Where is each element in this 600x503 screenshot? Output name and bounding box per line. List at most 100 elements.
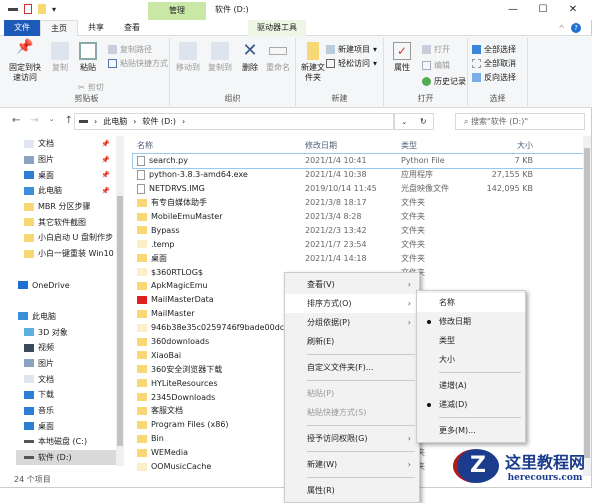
sidebar-item[interactable]: 文档 📌 <box>16 136 124 152</box>
edit-button[interactable]: 编辑 <box>422 60 450 71</box>
sidebar-item[interactable]: 本地磁盘 (C:) <box>16 434 124 450</box>
file-row[interactable]: .temp 2021/1/7 23:54 文件夹 <box>133 237 585 251</box>
file-row[interactable]: 桌面 2021/1/4 14:18 文件夹 <box>133 251 585 265</box>
rename-button[interactable]: 重命名 <box>264 42 292 73</box>
delete-button[interactable]: ✕ 删除 <box>238 42 262 73</box>
manage-context-tab[interactable]: 管理 <box>148 2 206 20</box>
breadcrumb-this-pc[interactable]: 此电脑 <box>103 116 127 127</box>
invert-selection-button[interactable]: 反向选择 <box>472 72 516 83</box>
tab-home[interactable]: 主页 <box>40 20 78 36</box>
address-bar-row: ← → ⌄ ↑ › 此电脑 › 软件 (D:) › ⌄ ↻ ⌕ 搜索"软件 (D:)" <box>0 110 592 134</box>
address-dropdown-icon[interactable]: ⌄ <box>401 118 407 126</box>
file-name: search.py <box>149 156 188 166</box>
select-all-button[interactable]: 全部选择 <box>472 44 516 55</box>
minimize-button[interactable]: — <box>498 2 528 18</box>
copy-button[interactable]: 复制 <box>48 42 72 73</box>
column-type[interactable]: 类型 <box>401 140 481 151</box>
sidebar-item[interactable]: 小白启动 U 盘制作步 <box>16 230 124 246</box>
drive-icon[interactable] <box>8 7 18 11</box>
history-button[interactable]: 历史记录 <box>422 76 466 87</box>
menu-item[interactable]: 大小 <box>417 350 525 369</box>
file-list-scrollbar[interactable] <box>583 136 591 476</box>
menu-item[interactable]: 更多(M)... <box>417 421 525 440</box>
file-row[interactable]: MobileEmuMaster 2021/3/4 8:28 文件夹 <box>133 210 585 224</box>
maximize-button[interactable]: ☐ <box>528 2 558 18</box>
menu-item[interactable]: 自定义文件夹(F)... <box>285 358 419 377</box>
tab-drive-tools[interactable]: 驱动器工具 <box>248 20 306 36</box>
sidebar-item[interactable]: 文档 <box>16 371 124 387</box>
refresh-icon[interactable]: ↻ <box>420 117 427 126</box>
customize-toolbar-icon[interactable]: ▾ <box>52 5 56 14</box>
column-size[interactable]: 大小 <box>481 140 533 151</box>
sidebar-item[interactable]: 3D 对象 <box>16 324 124 340</box>
file-name-cell: 客服文档 <box>133 405 305 416</box>
sidebar-item[interactable]: 软件 (D:) <box>16 449 124 466</box>
tab-file[interactable]: 文件 <box>4 20 40 36</box>
folder-icon <box>137 212 147 221</box>
clipboard-group-label: 剪贴板 <box>74 94 99 103</box>
help-icon[interactable]: ? <box>571 23 581 33</box>
menu-item[interactable]: 授予访问权限(G) › <box>285 429 419 448</box>
menu-item[interactable]: 属性(R) <box>285 481 419 500</box>
sidebar-item[interactable]: 视频 <box>16 340 124 356</box>
menu-item[interactable]: 新建(W) › <box>285 455 419 474</box>
sidebar-item[interactable]: 此电脑 <box>16 309 124 325</box>
move-to-button[interactable]: 移动到 <box>174 42 202 73</box>
pin-icon: 📌 <box>101 171 110 180</box>
recent-locations-icon[interactable]: ⌄ <box>49 115 55 126</box>
sidebar-item[interactable]: MBR 分区步骤 <box>16 199 124 215</box>
forward-icon[interactable]: → <box>30 115 38 126</box>
column-date[interactable]: 修改日期 <box>305 140 401 151</box>
column-name[interactable]: 名称 <box>133 140 305 151</box>
menu-item[interactable]: 查看(V) › <box>285 275 419 294</box>
properties-icon[interactable] <box>24 4 32 14</box>
sidebar-item[interactable]: OneDrive <box>16 277 124 293</box>
new-folder-button[interactable]: 新建文件夹 <box>298 42 328 83</box>
sidebar-item[interactable]: 图片 📌 <box>16 152 124 168</box>
select-none-button[interactable]: 全部取消 <box>472 58 516 69</box>
sidebar-item[interactable]: 音乐 <box>16 403 124 419</box>
address-input[interactable]: › 此电脑 › 软件 (D:) › <box>74 113 394 130</box>
paste-button[interactable]: 粘贴 <box>76 42 100 73</box>
copy-path-button[interactable]: 复制路径 <box>108 44 152 55</box>
collapse-ribbon-icon[interactable]: ^ <box>558 24 565 33</box>
sidebar-item[interactable]: 图片 <box>16 356 124 372</box>
file-row[interactable]: search.py 2021/1/4 10:41 Python File 7 KB <box>132 153 586 169</box>
paste-shortcut-button[interactable]: 粘贴快捷方式 <box>108 58 168 69</box>
menu-item[interactable]: 递减(D) <box>417 395 525 414</box>
up-icon[interactable]: ↑ <box>65 115 73 126</box>
menu-item[interactable]: 类型 <box>417 331 525 350</box>
copy-to-button[interactable]: 复制到 <box>206 42 234 73</box>
sidebar-item[interactable]: 下载 <box>16 387 124 403</box>
sidebar-item[interactable]: 桌面 <box>16 418 124 434</box>
new-folder-icon[interactable] <box>38 4 46 14</box>
file-row[interactable]: NETDRVS.IMG 2019/10/14 11:45 光盘映像文件 142,095… <box>133 182 585 196</box>
close-button[interactable]: ✕ <box>558 2 588 18</box>
file-name-cell: 桌面 <box>133 253 305 264</box>
navigation-scrollbar[interactable] <box>116 136 124 466</box>
pin-quick-access-button[interactable]: 📌 固定到快速访问 <box>8 40 42 83</box>
tab-share[interactable]: 共享 <box>78 20 114 36</box>
menu-item[interactable]: 分组依据(P) › <box>285 313 419 332</box>
sidebar-item[interactable]: 桌面 📌 <box>16 167 124 183</box>
sidebar-item[interactable]: 此电脑 📌 <box>16 183 124 199</box>
breadcrumb-drive-d[interactable]: 软件 (D:) <box>142 116 176 127</box>
tab-view[interactable]: 查看 <box>114 20 150 36</box>
easy-access-button[interactable]: 轻松访问 ▾ <box>326 58 377 69</box>
sidebar-item[interactable]: 其它软件截图 <box>16 214 124 230</box>
menu-item[interactable]: 刷新(E) <box>285 332 419 351</box>
file-row[interactable]: Bypass 2021/2/3 13:42 文件夹 <box>133 223 585 237</box>
menu-item[interactable]: 修改日期 <box>417 312 525 331</box>
menu-item[interactable]: 递增(A) <box>417 376 525 395</box>
new-item-button[interactable]: 新建项目 ▾ <box>326 44 377 55</box>
sidebar-item[interactable]: 小白一键重装 Win10 <box>16 246 124 262</box>
back-icon[interactable]: ← <box>12 115 20 126</box>
menu-item[interactable]: 排序方式(O) › <box>285 294 419 313</box>
search-input[interactable]: ⌕ 搜索"软件 (D:)" <box>455 113 585 130</box>
file-row[interactable]: python-3.8.3-amd64.exe 2021/1/4 10:38 应用程序… <box>133 168 585 182</box>
cut-button[interactable]: ✂ 剪切 <box>78 82 104 93</box>
file-row[interactable]: 有专自媒体助手 2021/3/8 18:17 文件夹 <box>133 196 585 210</box>
open-button[interactable]: 打开 <box>422 44 450 55</box>
properties-button[interactable]: ✓ 属性 <box>390 42 414 73</box>
menu-item[interactable]: 名称 <box>417 293 525 312</box>
